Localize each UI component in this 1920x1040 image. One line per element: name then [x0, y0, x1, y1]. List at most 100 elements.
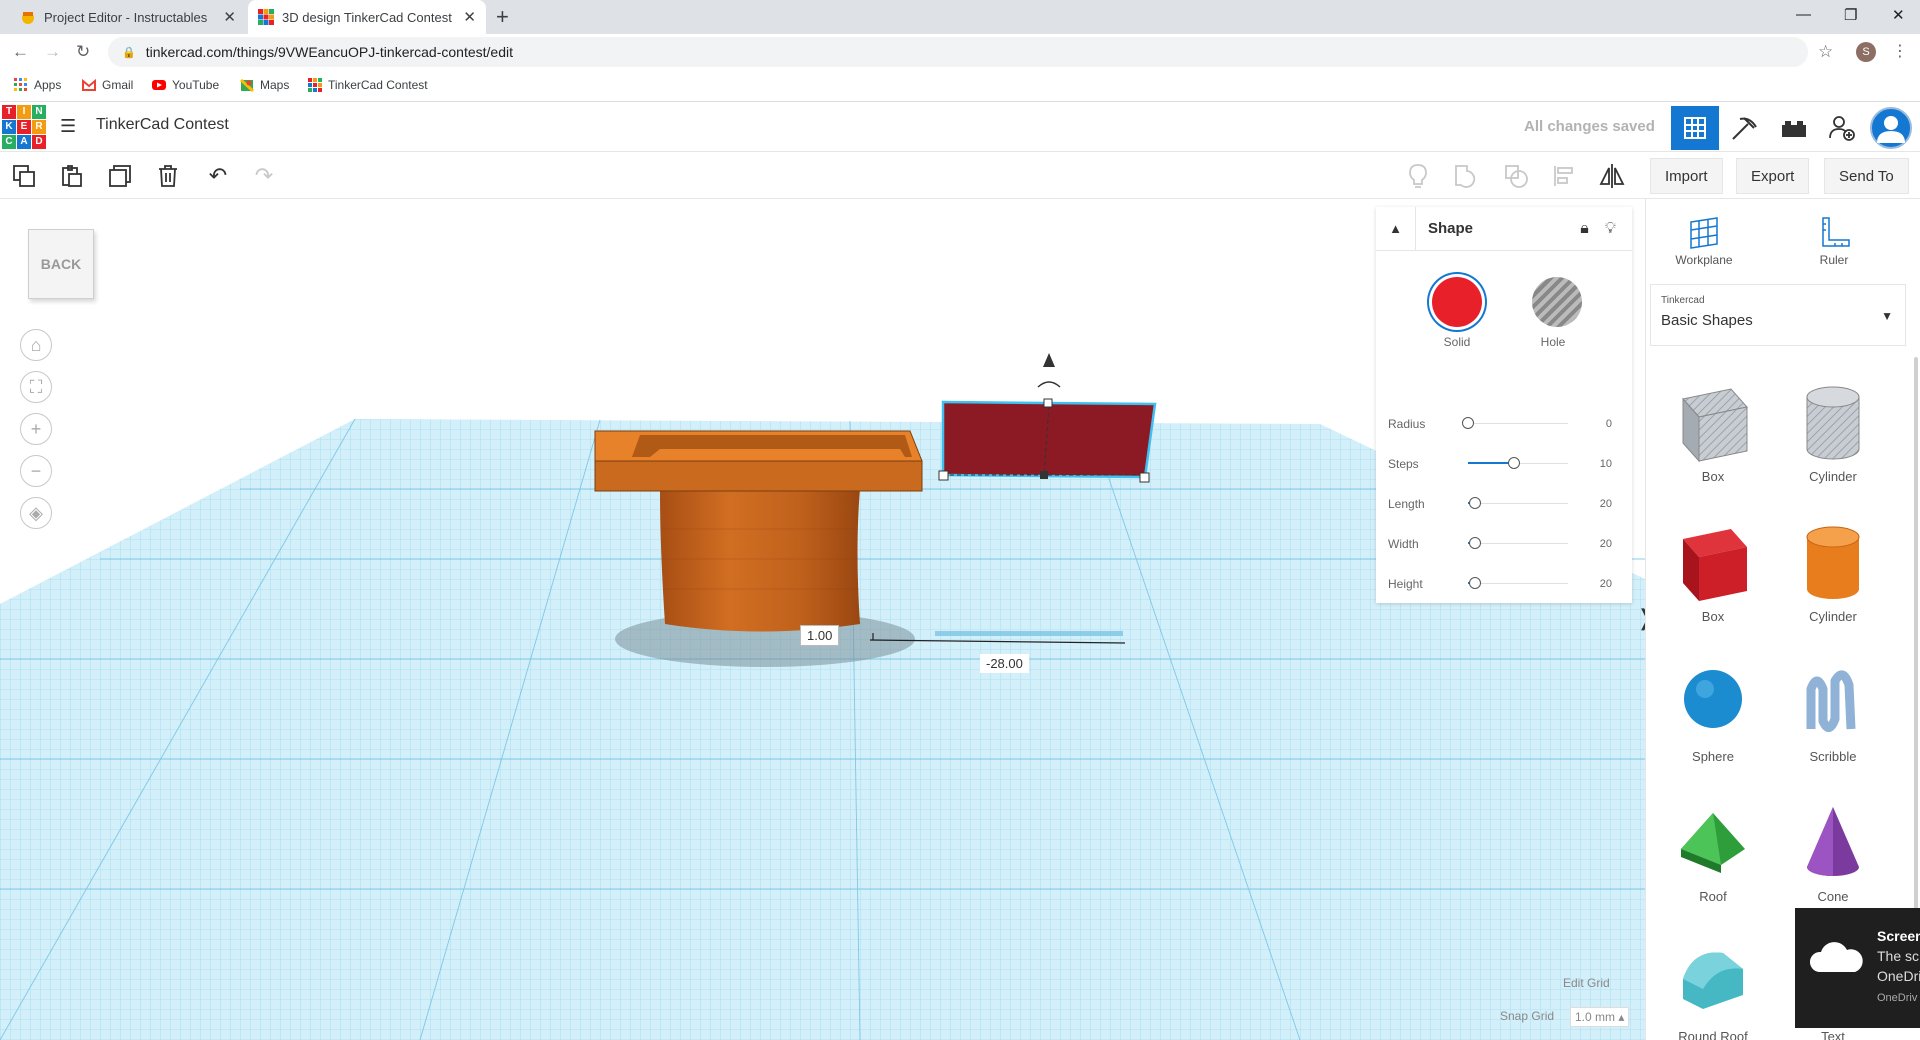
lift-handle-icon[interactable]	[1043, 353, 1055, 367]
invite-user-button[interactable]	[1818, 106, 1866, 150]
property-value[interactable]: 10	[1600, 458, 1612, 470]
duplicate-icon[interactable]	[106, 162, 134, 190]
shape-scribble[interactable]: Scribble	[1778, 659, 1888, 764]
tinkercad-logo[interactable]: T I N K E R C A D	[2, 105, 46, 149]
collapse-inspector-icon[interactable]: ▲	[1376, 206, 1416, 251]
url-field[interactable]: 🔒 tinkercad.com/things/9VWEancuOPJ-tinke…	[108, 37, 1808, 67]
browser-menu-icon[interactable]: ⋮	[1892, 41, 1908, 61]
delete-icon[interactable]	[154, 162, 182, 190]
new-tab-icon[interactable]: +	[496, 4, 509, 30]
tab-tinkercad[interactable]: 3D design TinkerCad Contest | Ti ✕	[248, 0, 486, 34]
send-to-button[interactable]: Send To	[1824, 158, 1909, 194]
back-icon[interactable]: ←	[12, 42, 29, 62]
orange-cylinder[interactable]	[660, 489, 860, 632]
property-slider-knob[interactable]	[1469, 537, 1481, 549]
perspective-icon[interactable]: ◈	[20, 497, 52, 529]
property-slider-knob[interactable]	[1462, 417, 1474, 429]
bookmark-apps[interactable]: Apps	[14, 78, 61, 92]
align-icon[interactable]	[1550, 162, 1578, 190]
copy-icon[interactable]	[10, 162, 38, 190]
selected-red-box[interactable]	[941, 400, 1157, 479]
property-value[interactable]: 20	[1600, 498, 1612, 510]
blocks-view-button[interactable]	[1720, 106, 1768, 150]
property-slider-knob[interactable]	[1508, 457, 1520, 469]
property-slider-track[interactable]	[1468, 423, 1568, 424]
restore-icon[interactable]: ❐	[1844, 6, 1857, 24]
bookmark-maps[interactable]: Maps	[239, 78, 289, 93]
paste-icon[interactable]	[58, 162, 86, 190]
import-button[interactable]: Import	[1650, 158, 1723, 194]
resize-handle-right[interactable]	[1139, 472, 1150, 483]
zoom-in-icon[interactable]: +	[20, 413, 52, 445]
resize-handle-left[interactable]	[938, 470, 949, 481]
property-value[interactable]: 20	[1600, 578, 1612, 590]
height-dimension-label[interactable]: 1.00	[800, 625, 840, 646]
solid-color-swatch[interactable]	[1432, 277, 1482, 327]
forward-icon[interactable]: →	[44, 42, 61, 62]
hide-lightbulb-icon[interactable]: 💡︎	[1605, 220, 1616, 238]
bookmark-gmail[interactable]: Gmail	[82, 78, 133, 92]
ungroup-icon[interactable]	[1502, 162, 1530, 190]
home-view-icon[interactable]: ⌂	[20, 329, 52, 361]
lightbulb-icon[interactable]	[1404, 162, 1432, 190]
bookmark-youtube[interactable]: YouTube	[152, 78, 219, 92]
reload-icon[interactable]: ↻	[76, 42, 90, 62]
property-slider-track[interactable]	[1468, 503, 1568, 504]
shape-cylinder-hole[interactable]: Cylinder	[1778, 379, 1888, 484]
group-icon[interactable]	[1452, 162, 1480, 190]
view-cube[interactable]: BACK	[28, 229, 94, 299]
shape-box-hole[interactable]: Box	[1658, 379, 1768, 484]
resize-handle-base[interactable]	[1040, 471, 1048, 479]
hole-swatch[interactable]	[1532, 277, 1582, 327]
3d-view-button[interactable]	[1671, 106, 1719, 150]
shape-label: Cone	[1817, 889, 1849, 904]
workplane-tool[interactable]: Workplane	[1654, 213, 1754, 267]
shape-round-roof[interactable]: Round Roof	[1658, 939, 1768, 1040]
property-slider-track[interactable]	[1468, 543, 1568, 544]
undo-icon[interactable]: ↶	[204, 162, 232, 190]
property-slider-knob[interactable]	[1469, 497, 1481, 509]
logo-letter: K	[2, 120, 16, 134]
redo-icon[interactable]: ↷	[250, 162, 278, 190]
sphere-icon	[1684, 670, 1742, 728]
profile-avatar[interactable]: S	[1856, 42, 1876, 62]
property-slider-track[interactable]	[1468, 583, 1568, 584]
property-slider-knob[interactable]	[1469, 577, 1481, 589]
close-window-icon[interactable]: ✕	[1892, 6, 1905, 24]
design-menu-icon[interactable]: ☰	[60, 116, 76, 137]
user-avatar[interactable]	[1870, 107, 1912, 149]
tab-instructables[interactable]: Project Editor - Instructables ✕	[10, 0, 246, 34]
bookmark-tinkercad[interactable]: TinkerCad Contest	[308, 78, 428, 92]
shape-library-select[interactable]: Tinkercad Basic Shapes ▼	[1650, 284, 1906, 346]
snap-grid-select[interactable]: 1.0 mm ▴	[1570, 1007, 1630, 1027]
resize-handle-top[interactable]	[1043, 398, 1053, 408]
close-tab-icon[interactable]: ✕	[463, 8, 476, 26]
property-value[interactable]: 20	[1600, 538, 1612, 550]
offset-dimension-label[interactable]: -28.00	[980, 654, 1029, 673]
zoom-out-icon[interactable]: −	[20, 455, 52, 487]
shape-cone[interactable]: Cone	[1778, 799, 1888, 904]
cloud-icon	[1809, 942, 1863, 972]
shape-roof[interactable]: Roof	[1658, 799, 1768, 904]
lock-icon[interactable]: 🔒︎	[1580, 220, 1589, 238]
shape-sphere[interactable]: Sphere	[1658, 659, 1768, 764]
shape-box[interactable]: Box	[1658, 519, 1768, 624]
mirror-icon[interactable]	[1598, 162, 1626, 190]
onedrive-notification[interactable]: Screen The sc OneDri OneDriv	[1795, 908, 1920, 1028]
rotate-handle-icon[interactable]	[1037, 381, 1061, 388]
edit-grid-button[interactable]: Edit Grid	[1563, 976, 1610, 990]
property-value[interactable]: 0	[1606, 418, 1612, 430]
fit-view-icon[interactable]: ⛶	[20, 371, 52, 403]
close-tab-icon[interactable]: ✕	[223, 8, 236, 26]
bookmark-star-icon[interactable]: ☆	[1818, 42, 1833, 62]
bookmark-label: Apps	[34, 78, 62, 92]
library-category-value: Basic Shapes	[1661, 312, 1753, 329]
bricks-view-button[interactable]	[1770, 106, 1818, 150]
project-title[interactable]: TinkerCad Contest	[96, 116, 229, 134]
export-button[interactable]: Export	[1736, 158, 1810, 194]
shape-cylinder[interactable]: Cylinder	[1778, 519, 1888, 624]
minimize-icon[interactable]: —	[1796, 6, 1811, 23]
solid-label: Solid	[1443, 335, 1471, 349]
ruler-tool[interactable]: Ruler	[1784, 213, 1884, 267]
browser-tab-bar: Project Editor - Instructables ✕ 3D desi…	[0, 0, 1920, 34]
